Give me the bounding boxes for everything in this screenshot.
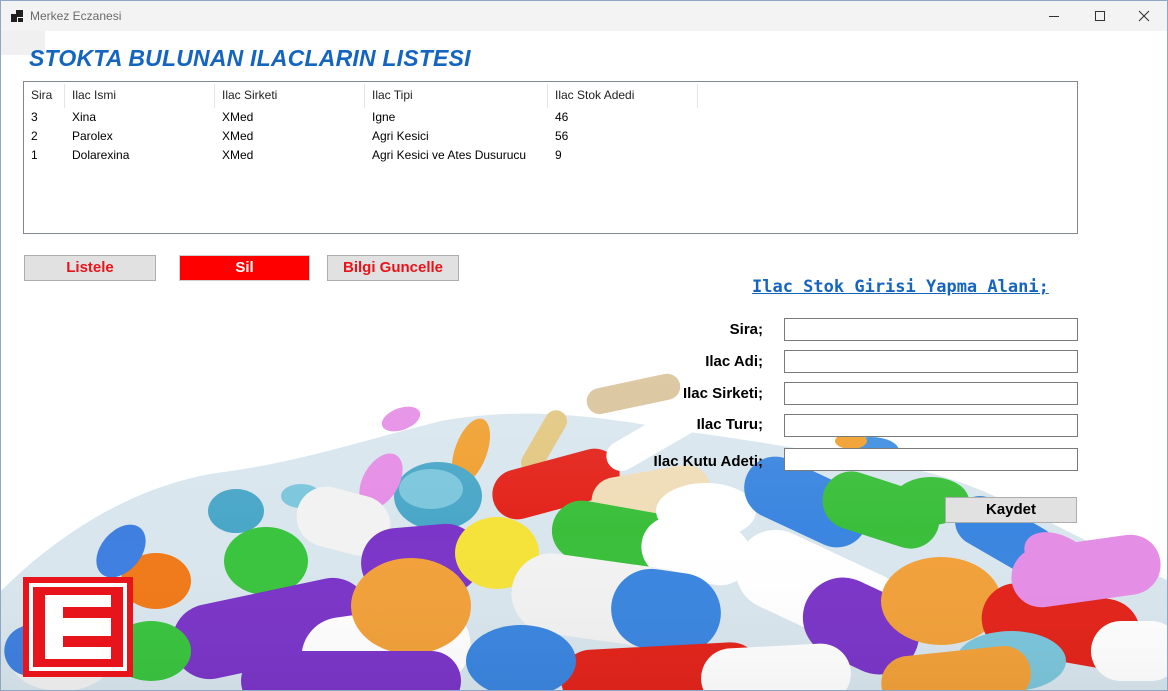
ilac-adi-input[interactable] — [784, 350, 1078, 373]
label-ilac-sirketi: Ilac Sirketi; — [682, 385, 763, 402]
column-header-ilac-tipi[interactable]: Ilac Tipi — [365, 84, 548, 108]
update-button-label: Bilgi Guncelle — [342, 259, 444, 276]
cell-ilac-tipi: Igne — [372, 110, 396, 124]
app-icon — [11, 10, 23, 22]
close-button[interactable] — [1121, 1, 1167, 31]
cell-stok-adedi: 46 — [555, 110, 569, 124]
label-ilac-adi: Ilac Adi; — [705, 353, 763, 370]
column-header-ilac-ismi[interactable]: Ilac Ismi — [65, 84, 215, 108]
cell-ilac-ismi: Parolex — [72, 129, 113, 143]
table-row[interactable]: 1 Dolarexina XMed Agri Kesici ve Ates Du… — [24, 146, 1077, 165]
pharmacy-e-logo — [23, 577, 133, 677]
maximize-icon — [1095, 11, 1105, 21]
cell-ilac-ismi: Dolarexina — [72, 148, 130, 162]
table-row[interactable]: 2 Parolex XMed Agri Kesici 56 — [24, 127, 1077, 146]
table-row[interactable]: 3 Xina XMed Igne 46 — [24, 108, 1077, 127]
label-kutu-adeti: Ilac Kutu Adeti; — [653, 453, 763, 470]
ilac-turu-input[interactable] — [784, 414, 1078, 437]
label-ilac-turu: Ilac Turu; — [696, 416, 763, 433]
maximize-button[interactable] — [1077, 1, 1123, 31]
column-header-stok-adedi[interactable]: Ilac Stok Adedi — [548, 84, 698, 108]
list-button[interactable]: Listele — [24, 255, 156, 281]
cell-ilac-tipi: Agri Kesici ve Ates Dusurucu — [372, 148, 527, 162]
list-button-label: Listele — [66, 259, 114, 276]
pills-image — [1, 361, 1167, 690]
cell-stok-adedi: 9 — [555, 148, 562, 162]
save-button[interactable]: Kaydet — [945, 497, 1077, 523]
save-button-label: Kaydet — [985, 501, 1037, 518]
minimize-button[interactable] — [1031, 1, 1077, 31]
page-title: STOKTA BULUNAN ILACLARIN LISTESI — [29, 45, 471, 71]
title-bar: Merkez Eczanesi — [1, 1, 1167, 31]
app-window: Merkez Eczanesi STOKTA BULUNAN ILACLARIN… — [0, 0, 1168, 691]
medicine-list[interactable]: Sira Ilac Ismi Ilac Sirketi Ilac Tipi Il… — [23, 81, 1078, 234]
list-header: Sira Ilac Ismi Ilac Sirketi Ilac Tipi Il… — [24, 84, 1077, 108]
delete-button[interactable]: Sil — [179, 255, 310, 281]
kutu-adeti-input[interactable] — [784, 448, 1078, 471]
cell-ilac-sirketi: XMed — [222, 129, 254, 143]
cell-ilac-sirketi: XMed — [222, 110, 254, 124]
column-header-sira[interactable]: Sira — [24, 84, 65, 108]
ilac-sirketi-input[interactable] — [784, 382, 1078, 405]
cell-sira: 3 — [31, 110, 38, 124]
form-title: Ilac Stok Girisi Yapma Alani; — [752, 277, 1049, 297]
cell-ilac-sirketi: XMed — [222, 148, 254, 162]
delete-button-label: Sil — [235, 259, 254, 276]
cell-stok-adedi: 56 — [555, 129, 569, 143]
cell-ilac-tipi: Agri Kesici — [372, 129, 429, 143]
cell-sira: 2 — [31, 129, 38, 143]
window-title: Merkez Eczanesi — [30, 9, 122, 23]
column-header-ilac-sirketi[interactable]: Ilac Sirketi — [215, 84, 365, 108]
cell-sira: 1 — [31, 148, 38, 162]
close-icon — [1138, 10, 1150, 22]
sira-input[interactable] — [784, 318, 1078, 341]
minimize-icon — [1049, 16, 1059, 17]
label-sira: Sira; — [729, 321, 763, 338]
update-button[interactable]: Bilgi Guncelle — [327, 255, 459, 281]
cell-ilac-ismi: Xina — [72, 110, 97, 124]
